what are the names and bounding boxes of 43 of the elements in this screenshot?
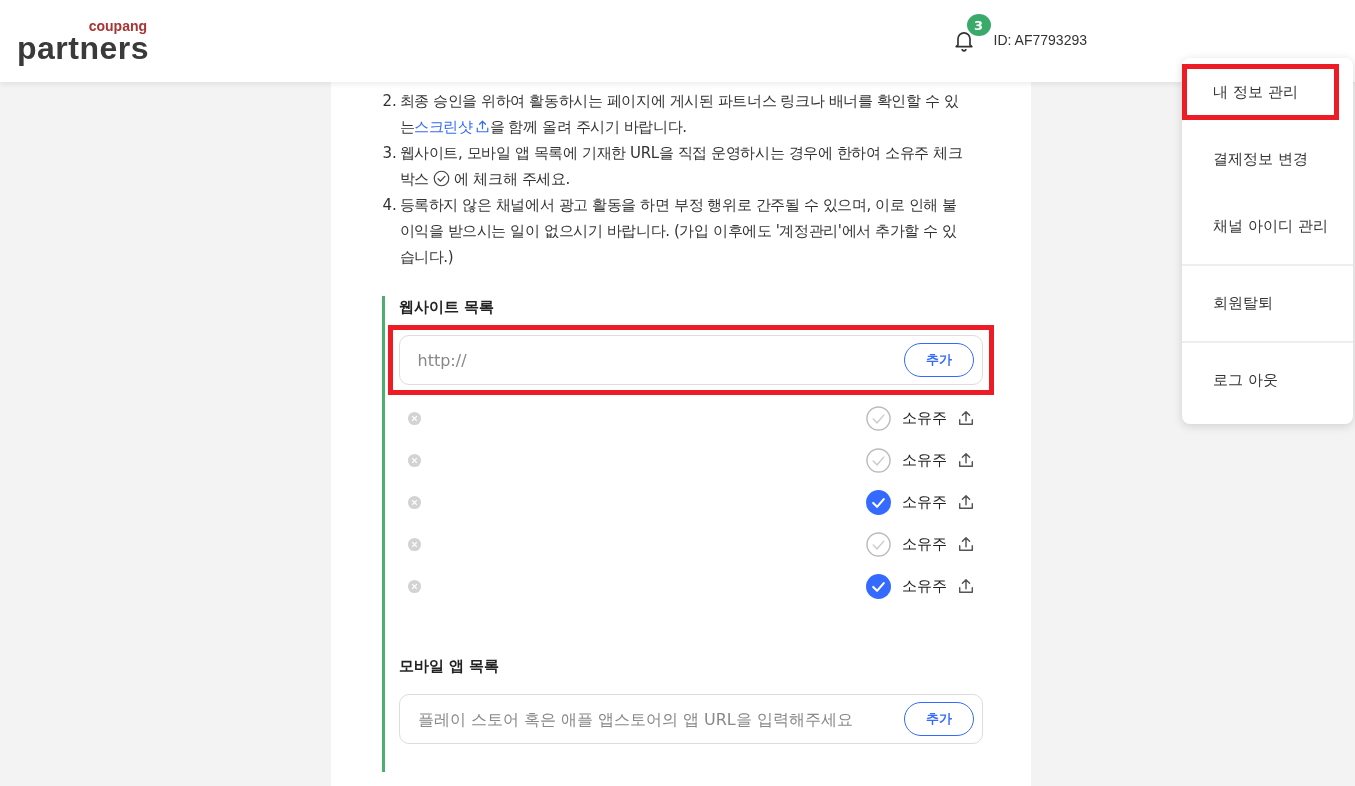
note-text: 등록하지 않은 채널에서 광고 활동을 하면 부정 행위로 간주될 수 있으며, 이로 인해 불이익을 받으시는 일이 없으시기 바랍니다. (가입 이후에도 '계정관리'에서 추가할 수 있습니다.) [399, 195, 959, 268]
menu-item[interactable]: 채널 아이디 관리 [1182, 193, 1339, 260]
menu-item[interactable]: 내 정보 관리 [1182, 64, 1339, 120]
notification-badge: 3 [966, 14, 991, 36]
upload-icon[interactable] [956, 451, 975, 469]
remove-icon [406, 536, 422, 552]
upload-icon[interactable] [956, 493, 975, 511]
owner-label: 소유주 [901, 576, 947, 596]
remove-icon [406, 578, 422, 594]
url-field[interactable]: 플레이 스토어 혹은 애플 앱스토어의 앱 URL을 입력해주세요 추가 [398, 694, 983, 744]
remove-icon [406, 494, 422, 510]
list-number: 3. [382, 143, 398, 164]
note-text: 웹사이트, 모바일 앱 목록에 기재한 URL을 직접 운영하시는 경우에 한하여 소유주 체크박스 에 체크해 주세요. [399, 143, 964, 190]
owner-label: 소유주 [901, 534, 947, 554]
owner-label: 소유주 [901, 492, 947, 512]
remove-icon [406, 410, 422, 426]
list-number: 2. [382, 91, 398, 112]
upload-icon[interactable] [956, 577, 975, 595]
upload-icon[interactable] [956, 409, 975, 427]
menu-item[interactable]: 결제정보 변경 [1182, 126, 1339, 193]
upload-icon[interactable] [956, 535, 975, 553]
section-title: 웹사이트 목록 [398, 298, 495, 317]
user-id[interactable]: ID: AF7793293 [993, 32, 1087, 48]
menu-item[interactable]: 회원탈퇴 [1182, 270, 1339, 337]
upload-icon [474, 119, 490, 134]
unchecked-checkbox[interactable] [865, 405, 891, 431]
note-text: 최종 승인을 위하여 활동하시는 페이지에 게시된 파트너스 링크나 배너를 확인할 수 있는스크린샷 을 함께 올려 주시기 바랍니다. [399, 91, 960, 138]
menu-item[interactable]: 로그 아웃 [1182, 347, 1339, 414]
owner-label: 소유주 [901, 408, 947, 428]
remove-icon [406, 452, 422, 468]
unchecked-checkbox[interactable] [865, 447, 891, 473]
logo-small-text: coupang [88, 19, 148, 33]
owner-label: 소유주 [901, 450, 947, 470]
add-button[interactable]: 추가 [903, 343, 974, 377]
check-circle-icon [433, 170, 451, 187]
checked-checkbox[interactable] [865, 573, 891, 599]
screenshot-link[interactable]: 스크린샷 [414, 118, 490, 136]
add-button[interactable]: 추가 [903, 702, 974, 736]
checked-checkbox[interactable] [865, 489, 891, 515]
unchecked-checkbox[interactable] [865, 531, 891, 557]
list-number: 4. [382, 195, 398, 216]
section-title: 모바일 앱 목록 [398, 657, 500, 676]
url-field[interactable]: http:// 추가 [398, 335, 983, 385]
